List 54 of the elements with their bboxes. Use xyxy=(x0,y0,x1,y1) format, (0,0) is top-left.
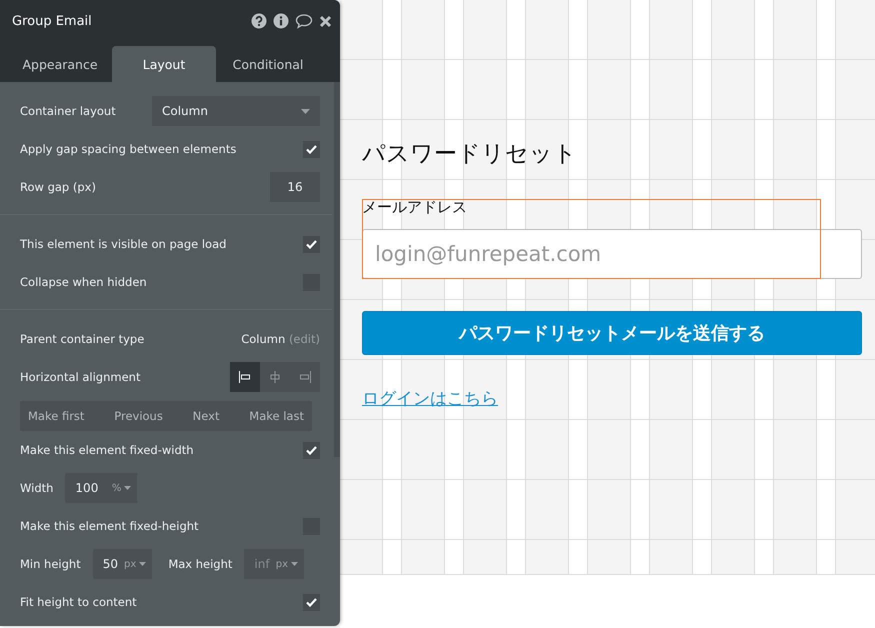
align-left-button[interactable] xyxy=(230,362,260,392)
tab[interactable]: Layout xyxy=(112,46,216,82)
caret-icon xyxy=(139,562,146,566)
reorder-button[interactable]: Previous xyxy=(106,401,171,431)
panel-title: Group Email xyxy=(12,14,92,28)
checkbox[interactable] xyxy=(303,236,320,252)
scrollbar-thumb[interactable] xyxy=(334,82,340,457)
align-right-icon xyxy=(298,371,312,383)
caret-icon xyxy=(301,108,310,114)
info-icon[interactable] xyxy=(273,13,289,29)
dimension-input[interactable]: inf px xyxy=(244,549,304,579)
checkmark-icon xyxy=(306,598,317,606)
tab[interactable]: Conditional xyxy=(216,46,320,82)
setting-label: Collapse when hidden xyxy=(20,275,147,289)
page-heading: パスワードリセット xyxy=(362,140,577,169)
setting-label: Make this element fixed-height xyxy=(20,519,199,533)
dimension-input[interactable]: 50 px xyxy=(92,549,152,579)
setting-value: Column xyxy=(241,332,286,346)
caret-icon xyxy=(124,486,132,490)
caret-icon xyxy=(291,562,298,566)
edit-link[interactable]: (edit) xyxy=(288,332,320,346)
reorder-button[interactable]: Make first xyxy=(20,401,92,431)
checkmark-icon xyxy=(306,446,317,454)
close-icon[interactable] xyxy=(319,14,332,28)
email-label: メールアドレス xyxy=(362,199,468,218)
gap-input[interactable]: 16 xyxy=(270,172,320,202)
setting-label: Horizontal alignment xyxy=(20,370,140,384)
setting-label: This element is visible on page load xyxy=(20,237,226,251)
layout-dropdown[interactable]: Column xyxy=(152,96,320,126)
setting-label: Make this element fixed-width xyxy=(20,443,194,457)
reorder-button[interactable]: Make last xyxy=(241,401,312,431)
setting-label: Fit height to content xyxy=(20,595,137,609)
setting-label: Container layout xyxy=(20,104,116,118)
comment-icon[interactable] xyxy=(295,13,313,29)
checkmark-icon xyxy=(306,144,317,154)
setting-label: Width xyxy=(20,481,54,495)
setting-label: Apply gap spacing between elements xyxy=(20,142,236,156)
setting-label: Max height xyxy=(168,557,232,571)
login-link[interactable]: ログインはこちら xyxy=(362,387,498,410)
help-icon[interactable] xyxy=(251,13,267,29)
setting-label: Row gap (px) xyxy=(20,180,96,194)
checkbox[interactable] xyxy=(303,140,320,158)
checkbox[interactable] xyxy=(303,594,320,610)
reorder-button[interactable]: Next xyxy=(184,401,228,431)
align-center-icon xyxy=(268,371,282,383)
dimension-input[interactable]: 100 % xyxy=(65,473,138,503)
checkbox[interactable] xyxy=(303,442,320,458)
setting-label: Parent container type xyxy=(20,332,144,346)
checkmark-icon xyxy=(306,240,317,248)
tab[interactable]: Appearance xyxy=(8,46,112,82)
align-left-icon xyxy=(238,371,252,383)
submit-button[interactable]: パスワードリセットメールを送信する xyxy=(362,311,862,355)
setting-label: Min height xyxy=(20,557,81,571)
email-field[interactable]: login@funrepeat.com xyxy=(362,229,862,279)
